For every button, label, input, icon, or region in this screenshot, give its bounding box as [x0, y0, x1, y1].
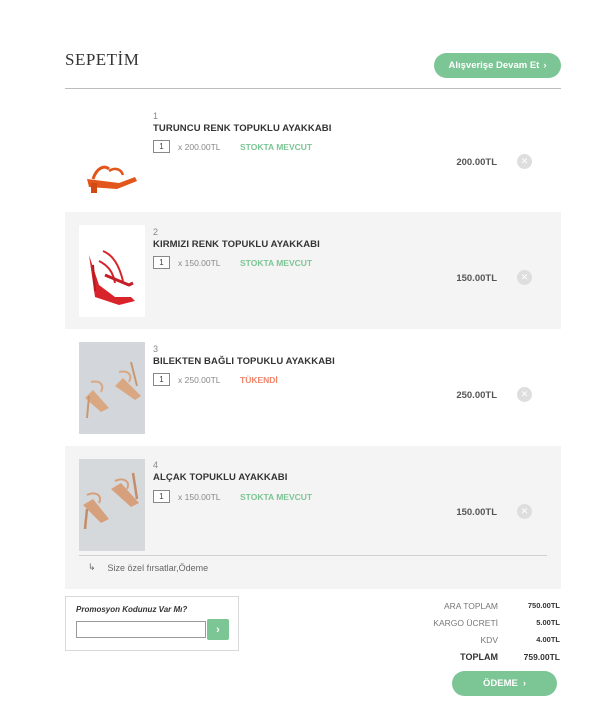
stock-status: STOKTA MEVCUT [240, 258, 313, 268]
grand-total-label: TOPLAM [460, 651, 498, 662]
product-image-ankle-strap-heel [79, 342, 145, 434]
cart-title: SEPETİM [65, 50, 140, 69]
pay-button[interactable]: ÖDEME › [452, 671, 557, 696]
remove-item-button[interactable]: ✕ [517, 387, 532, 402]
remove-item-button[interactable]: ✕ [517, 154, 532, 169]
item-name[interactable]: TURUNCU RENK TOPUKLU AYAKKABI [153, 123, 332, 134]
product-image-low-heel [79, 459, 145, 551]
item-number: 3 [153, 344, 159, 354]
opportunities-label: Size özel fırsatlar,Ödeme [107, 562, 209, 573]
opportunities-link[interactable]: ↳ Size özel fırsatlar,Ödeme [88, 562, 208, 573]
summary-row-subtotal: ARA TOPLAM 750.00TL [400, 597, 560, 614]
quantity-input[interactable]: 1 [153, 373, 170, 386]
item-number: 2 [153, 227, 159, 237]
shipping-value: 5.00TL [536, 618, 560, 627]
subtotal-label: ARA TOPLAM [443, 600, 498, 611]
pay-label: ÖDEME [482, 678, 518, 689]
unit-price: x 250.00TL [178, 375, 221, 385]
item-total: 150.00TL [456, 507, 497, 518]
tax-label: KDV [480, 634, 498, 645]
close-icon: ✕ [520, 156, 529, 166]
unit-price: x 150.00TL [178, 258, 221, 268]
stock-status: STOKTA MEVCUT [240, 142, 313, 152]
promo-box: Promosyon Kodunuz Var Mı? › [65, 596, 239, 651]
cart-item: 2 KIRMIZI RENK TOPUKLU AYAKKABI 1 x 150.… [65, 212, 561, 329]
summary-row-shipping: KARGO ÜCRETİ 5.00TL [400, 614, 560, 631]
quantity-input[interactable]: 1 [153, 490, 170, 503]
shipping-label: KARGO ÜCRETİ [433, 617, 498, 628]
opportunities-divider [79, 555, 547, 556]
chevron-right-icon: › [543, 60, 547, 71]
promo-code-input[interactable] [76, 621, 206, 638]
item-total: 250.00TL [456, 390, 497, 401]
item-name[interactable]: BILEKTEN BAĞLI TOPUKLU AYAKKABI [153, 356, 335, 367]
promo-label: Promosyon Kodunuz Var Mı? [76, 605, 188, 614]
close-icon: ✕ [520, 272, 529, 282]
continue-shopping-label: Alışverişe Devam Et [448, 60, 540, 71]
quantity-input[interactable]: 1 [153, 256, 170, 269]
item-name[interactable]: ALÇAK TOPUKLU AYAKKABI [153, 472, 288, 483]
cart-item: 1 TURUNCU RENK TOPUKLU AYAKKABI 1 x 200.… [65, 96, 561, 213]
chevron-right-icon: › [216, 623, 220, 636]
promo-submit-button[interactable]: › [207, 619, 229, 640]
product-image-orange-heel [79, 109, 145, 201]
stock-status: TÜKENDİ [240, 375, 278, 385]
stock-status: STOKTA MEVCUT [240, 492, 313, 502]
item-name[interactable]: KIRMIZI RENK TOPUKLU AYAKKABI [153, 239, 320, 250]
chevron-right-icon: › [522, 678, 526, 689]
tax-value: 4.00TL [536, 635, 560, 644]
close-icon: ✕ [520, 506, 529, 516]
grand-total-value: 759.00TL [523, 651, 560, 662]
close-icon: ✕ [520, 389, 529, 399]
remove-item-button[interactable]: ✕ [517, 504, 532, 519]
order-summary: ARA TOPLAM 750.00TL KARGO ÜCRETİ 5.00TL … [400, 597, 560, 665]
product-image-red-heel [79, 225, 145, 317]
continue-shopping-button[interactable]: Alışverişe Devam Et › [434, 53, 561, 78]
item-total: 150.00TL [456, 273, 497, 284]
summary-row-total: TOPLAM 759.00TL [400, 648, 560, 665]
header-divider [65, 88, 561, 89]
item-total: 200.00TL [456, 157, 497, 168]
item-number: 1 [153, 111, 159, 121]
quantity-input[interactable]: 1 [153, 140, 170, 153]
summary-row-tax: KDV 4.00TL [400, 631, 560, 648]
remove-item-button[interactable]: ✕ [517, 270, 532, 285]
return-arrow-icon: ↳ [88, 562, 96, 572]
unit-price: x 200.00TL [178, 142, 221, 152]
subtotal-value: 750.00TL [527, 601, 560, 610]
cart-item: 3 BILEKTEN BAĞLI TOPUKLU AYAKKABI 1 x 25… [65, 329, 561, 446]
unit-price: x 150.00TL [178, 492, 221, 502]
item-number: 4 [153, 460, 159, 470]
